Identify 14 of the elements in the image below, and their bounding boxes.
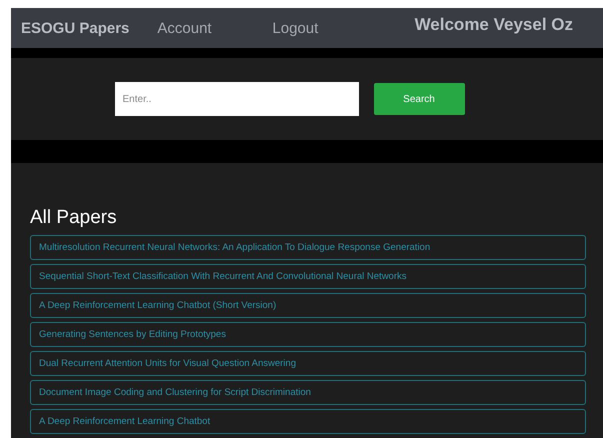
search-field[interactable]: Enter.. (114, 82, 358, 116)
paper-link[interactable]: Generating Sentences by Editing Prototypes (30, 322, 586, 347)
paper-link[interactable]: Document Image Coding and Clustering for Script Discrimination (30, 380, 586, 405)
brand-link[interactable]: ESOGU Papers (21, 20, 130, 36)
nav-link[interactable]: Logout (272, 20, 392, 36)
section-title: All Papers (30, 207, 118, 229)
paper-link[interactable]: Multiresolution Recurrent Neural Networks: An Application To Dialogue Response Generation (30, 235, 586, 260)
paper-link[interactable]: A Deep Reinforcement Learning Chatbot (30, 409, 586, 434)
paper-link[interactable]: A Deep Reinforcement Learning Chatbot (Short Version) (30, 293, 586, 318)
welcome-text: Welcome Veysel Oz (414, 15, 573, 35)
paper-link[interactable]: Sequential Short-Text Classification With Recurrent And Convolutional Neural Networks (30, 264, 586, 289)
paper-link[interactable]: Dual Recurrent Attention Units for Visual Question Answering (30, 351, 586, 376)
nav-link[interactable]: Account (157, 20, 272, 36)
search-button[interactable]: Search (374, 83, 464, 115)
